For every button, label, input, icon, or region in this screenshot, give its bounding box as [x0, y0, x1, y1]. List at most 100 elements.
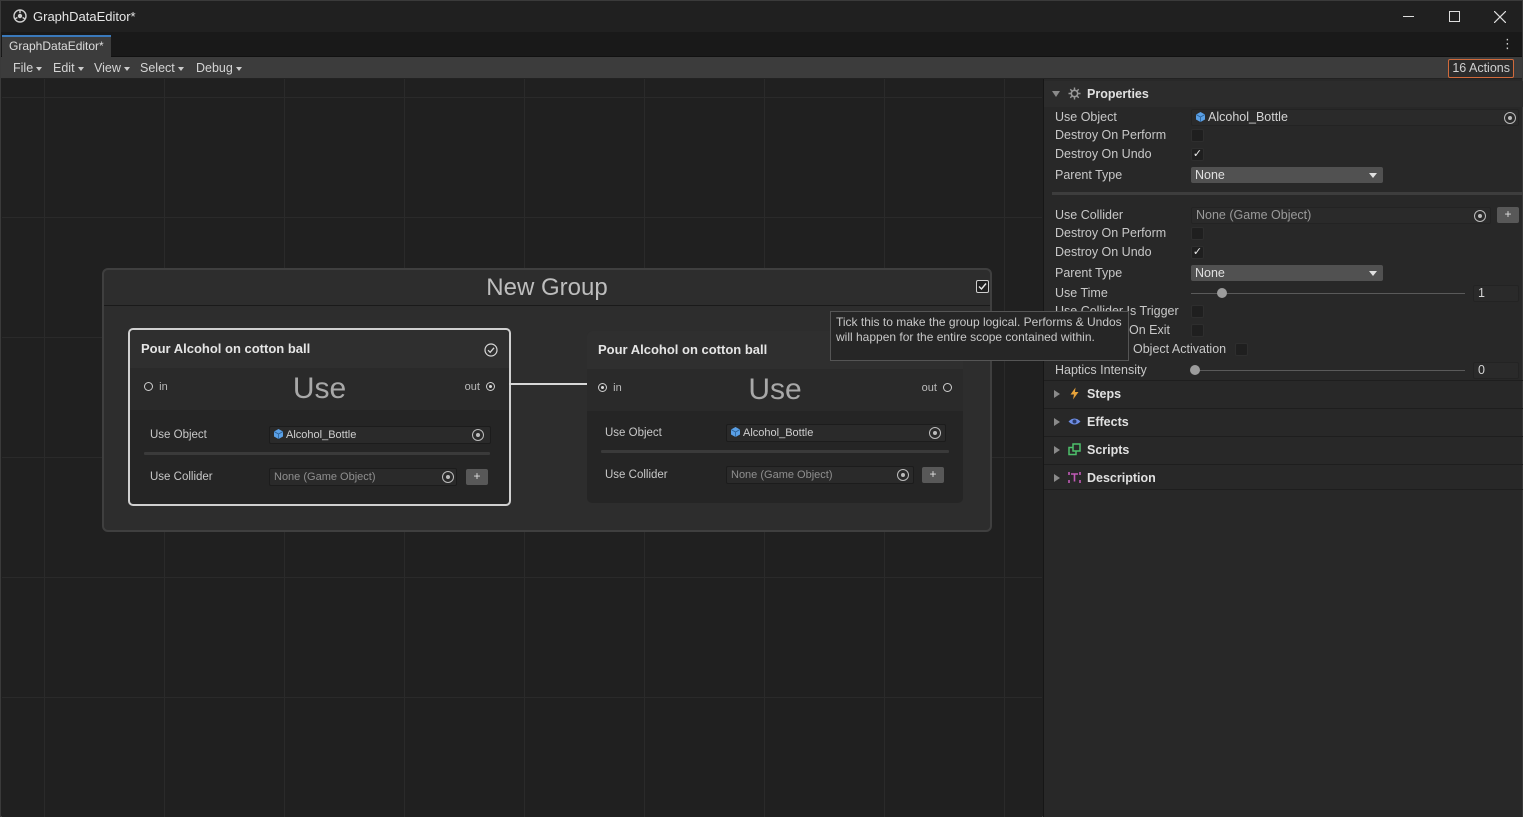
actions-counter-button[interactable]: 16 Actions	[1448, 59, 1514, 78]
minimize-button[interactable]	[1385, 1, 1431, 32]
effects-section-header[interactable]: Effects	[1044, 408, 1523, 434]
output-port[interactable]: out	[922, 381, 952, 395]
use-collider-value: None (Game Object)	[274, 471, 376, 483]
destroy-on-perform-label: Destroy On Perform	[1055, 226, 1167, 240]
haptics-slider-knob[interactable]	[1190, 365, 1200, 375]
port-in-label: in	[613, 382, 622, 394]
use-collider-field[interactable]: None (Game Object)	[726, 466, 914, 484]
effects-title: Effects	[1087, 415, 1129, 429]
node-type-label: Use	[748, 373, 802, 406]
close-button[interactable]	[1477, 1, 1523, 32]
use-collider-field[interactable]: None (Game Object)	[1191, 207, 1491, 224]
menu-edit[interactable]: Edit	[50, 59, 87, 77]
group-logical-tooltip: Tick this to make the group logical. Per…	[830, 311, 1129, 361]
use-time-slider-knob[interactable]	[1217, 288, 1227, 298]
minimize-icon	[1402, 16, 1414, 17]
menu-select[interactable]: Select	[137, 59, 187, 77]
use-object-field[interactable]: Alcohol_Bottle	[1191, 109, 1519, 126]
menu-debug-label: Debug	[196, 61, 233, 75]
input-port[interactable]: in	[598, 381, 622, 395]
divider	[144, 452, 490, 455]
destroy-on-perform-checkbox[interactable]	[1191, 227, 1204, 240]
destroy-on-undo-checkbox[interactable]: ✓	[1191, 148, 1204, 161]
output-port[interactable]: out	[465, 380, 495, 394]
inspector-panel: Properties Use Object Alcohol_Bottle Des…	[1043, 79, 1523, 817]
collapsed-arrow-icon	[1054, 418, 1060, 426]
object-picker-icon[interactable]	[472, 429, 484, 441]
maximize-button[interactable]	[1431, 1, 1477, 32]
check-circle-icon[interactable]	[484, 343, 498, 357]
menu-debug[interactable]: Debug	[193, 59, 245, 77]
tab-graph-data-editor[interactable]: GraphDataEditor*	[2, 35, 111, 57]
properties-section-header[interactable]: Properties	[1044, 81, 1523, 107]
add-collider-button[interactable]: +	[1497, 207, 1519, 223]
is-trigger-checkbox[interactable]	[1191, 305, 1204, 318]
object-picker-icon[interactable]	[1474, 210, 1486, 222]
checkmark-icon	[978, 283, 987, 291]
script-icon	[1068, 443, 1081, 456]
divider	[601, 450, 949, 453]
maximize-icon	[1448, 11, 1460, 22]
haptics-intensity-label: Haptics Intensity	[1055, 363, 1147, 377]
port-dot-icon	[943, 383, 952, 392]
use-object-field[interactable]: Alcohol_Bottle	[726, 424, 946, 442]
expanded-arrow-icon	[1052, 91, 1060, 97]
group-title[interactable]: New Group	[104, 270, 990, 306]
use-object-field[interactable]: Alcohol_Bottle	[269, 426, 491, 444]
object-picker-icon[interactable]	[1504, 112, 1516, 124]
add-collider-button[interactable]: +	[466, 469, 488, 485]
parent-type-value: None	[1195, 266, 1225, 280]
use-collider-field[interactable]: None (Game Object)	[269, 468, 457, 486]
use-collider-label: Use Collider	[605, 469, 668, 481]
use-time-label: Use Time	[1055, 286, 1108, 300]
port-out-label: out	[921, 382, 937, 394]
haptics-slider-track[interactable]	[1191, 370, 1465, 371]
title-bar: GraphDataEditor*	[1, 1, 1522, 32]
destroy-on-perform-checkbox[interactable]	[1191, 129, 1204, 142]
use-collider-value: None (Game Object)	[1196, 208, 1312, 222]
chevron-down-icon	[235, 66, 242, 71]
node-port-row: Use in out	[130, 368, 509, 410]
description-section-header[interactable]: Description	[1044, 464, 1523, 490]
haptics-intensity-input[interactable]: 0	[1473, 362, 1519, 379]
description-title: Description	[1087, 471, 1156, 485]
parent-type-dropdown[interactable]: None	[1191, 265, 1383, 281]
input-port[interactable]: in	[144, 380, 168, 394]
graph-canvas[interactable]: New Group Pour Alcohol on cotton ball Us…	[2, 79, 1042, 817]
dropdown-arrow-icon	[1369, 173, 1377, 178]
object-activation-checkbox[interactable]	[1235, 343, 1248, 356]
add-collider-button[interactable]: +	[922, 467, 944, 483]
tab-more-icon[interactable]: ⋮	[1501, 37, 1514, 51]
object-picker-icon[interactable]	[442, 471, 454, 483]
prefab-cube-icon	[274, 429, 283, 439]
port-dot-icon	[598, 383, 607, 392]
action-node[interactable]: Pour Alcohol on cotton ball Use in out U…	[128, 328, 511, 506]
use-time-input[interactable]: 1	[1473, 285, 1519, 302]
parent-type-dropdown[interactable]: None	[1191, 167, 1383, 183]
group-logical-checkbox[interactable]	[976, 280, 989, 293]
use-object-label: Use Object	[605, 427, 662, 439]
toolbar: File Edit View Select Debug 16 Actions	[1, 57, 1522, 79]
object-picker-icon[interactable]	[929, 427, 941, 439]
menu-view[interactable]: View	[91, 59, 133, 77]
menu-file-label: File	[13, 61, 34, 75]
menu-view-label: View	[94, 61, 121, 75]
use-object-label: Use Object	[1055, 110, 1117, 124]
prefab-cube-icon	[731, 427, 740, 437]
on-exit-checkbox[interactable]	[1191, 324, 1204, 337]
use-object-value: Alcohol_Bottle	[743, 427, 814, 439]
scripts-section-header[interactable]: Scripts	[1044, 436, 1523, 462]
steps-section-header[interactable]: Steps	[1044, 380, 1523, 406]
destroy-on-undo-checkbox[interactable]: ✓	[1191, 246, 1204, 259]
collapsed-arrow-icon	[1054, 474, 1060, 482]
menu-file[interactable]: File	[10, 59, 45, 77]
chevron-down-icon	[177, 66, 184, 71]
eye-icon	[1068, 418, 1081, 425]
properties-title: Properties	[1087, 87, 1149, 101]
on-exit-label: On Exit	[1129, 323, 1170, 337]
use-time-slider-track[interactable]	[1191, 293, 1465, 294]
destroy-on-undo-label: Destroy On Undo	[1055, 245, 1152, 259]
connection-wire[interactable]	[509, 383, 587, 385]
object-picker-icon[interactable]	[897, 469, 909, 481]
node-title[interactable]: Pour Alcohol on cotton ball	[130, 330, 509, 368]
